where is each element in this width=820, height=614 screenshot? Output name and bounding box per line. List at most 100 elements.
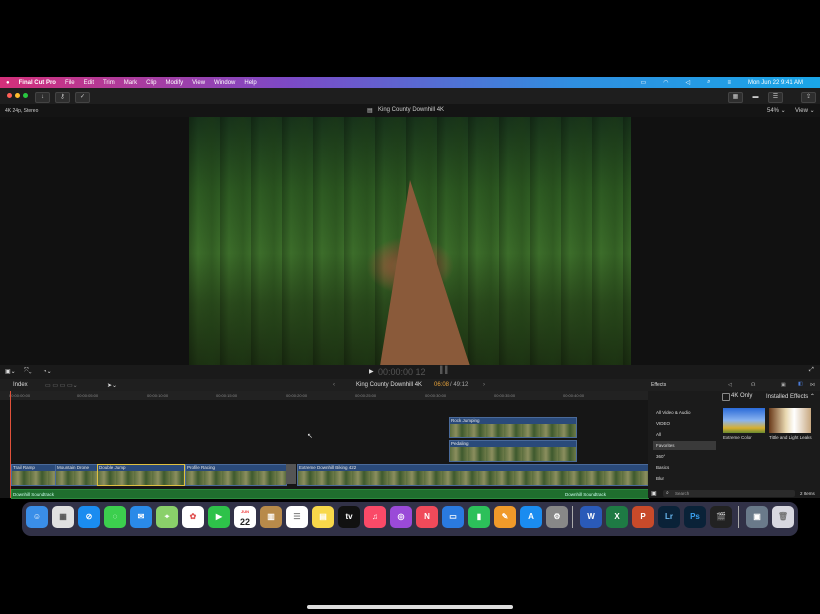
transform-tools-icon[interactable]: ⤧⌄ [24,368,32,375]
menu-file[interactable]: File [65,80,75,86]
menu-edit[interactable]: Edit [84,80,94,86]
lightroom-icon[interactable]: Lr [658,506,680,528]
timecode-display[interactable]: 00:00:00 12 [378,367,426,377]
connected-clip[interactable]: Pedaling [449,440,577,462]
close-window-button[interactable] [7,93,12,98]
transition[interactable] [286,464,296,484]
share-button[interactable]: ⇪ [801,92,816,103]
minimize-window-button[interactable] [15,93,20,98]
project-name[interactable]: King County Downhill 4K [356,382,422,388]
inspector-toggle-button[interactable]: ☰ [768,92,783,103]
finder-icon[interactable]: ☺ [26,506,48,528]
archive-icon[interactable]: ▥ [260,506,282,528]
preview-icon[interactable]: ▣ [746,506,768,528]
maps-icon[interactable]: ⌖ [156,506,178,528]
safari-icon[interactable]: ⊘ [78,506,100,528]
timeline-ruler[interactable]: 00:00:00:00 00:00:05:00 00:00:10:00 00:0… [0,391,648,400]
fullscreen-icon[interactable]: ⤢ [809,367,814,374]
display-icon[interactable]: ▭ [641,79,647,86]
zoom-window-button[interactable] [23,93,28,98]
audio-clip[interactable]: Downhill Soundtrack Downhill Soundtrack [11,489,649,499]
effects-category[interactable]: Basics [653,463,716,472]
installed-effects-popup[interactable]: Installed Effects ⌃ [766,393,815,400]
pages-icon[interactable]: ✎ [494,506,516,528]
trash-icon[interactable]: 🗑 [772,506,794,528]
menu-clock[interactable]: Mon Jun 22 9:41 AM [748,80,803,86]
effects-category[interactable]: All [653,430,716,439]
search-icon[interactable]: ⌕ [707,79,710,86]
news-icon[interactable]: N [416,506,438,528]
background-tasks-button[interactable]: ✓ [75,92,90,103]
facetime-icon[interactable]: ▶ [208,506,230,528]
menu-help[interactable]: Help [244,80,256,86]
zoom-popup[interactable]: 54% ⌄ [767,107,786,114]
edit-tools-icon[interactable]: ▭ ▭ ▭ ▭⌄ [45,382,78,389]
word-icon[interactable]: W [580,506,602,528]
home-indicator[interactable] [307,605,513,609]
import-button[interactable]: ↓ [35,92,50,103]
speed-icon[interactable]: ◔⌄ [43,368,52,375]
back-icon[interactable]: ‹ [333,382,335,388]
primary-clip-selected[interactable]: Double Jump [97,464,185,486]
transitions-browser-icon[interactable]: ⋈ [810,382,815,388]
playhead[interactable] [10,391,11,498]
menu-view[interactable]: View [192,80,205,86]
calendar-icon[interactable]: JUN 22 [234,506,256,528]
apple-menu-icon[interactable]: ● [6,80,10,86]
audio-meter-icon[interactable]: ▌▌ [440,367,450,374]
wifi-icon[interactable]: ◠ [663,79,668,86]
reminders-icon[interactable]: ☰ [286,506,308,528]
forward-icon[interactable]: › [483,382,485,388]
viewer-options-icon[interactable]: ▣⌄ [5,368,16,375]
select-tool-icon[interactable]: ➤⌄ [107,382,117,389]
powerpoint-icon[interactable]: P [632,506,654,528]
primary-clip[interactable]: Profile Racing [185,464,287,486]
effects-browser-icon[interactable]: ◧ [798,381,803,387]
menu-trim[interactable]: Trim [103,80,115,86]
effects-category[interactable]: All Video & Audio [653,408,716,417]
effects-category[interactable]: Blur [653,474,716,483]
audio-skimming-icon[interactable]: ◁ [728,382,732,388]
photos-icon[interactable]: ✿ [182,506,204,528]
photoshop-icon[interactable]: Ps [684,506,706,528]
effects-category-selected[interactable]: Favorites [653,441,716,450]
browser-toggle-button[interactable]: ▦ [728,92,743,103]
effects-category[interactable]: VIDEO [653,419,716,428]
excel-icon[interactable]: X [606,506,628,528]
numbers-icon[interactable]: ▮ [468,506,490,528]
primary-clip[interactable]: Extreme Downhill Biking 422 [297,464,649,486]
menu-clip[interactable]: Clip [146,80,156,86]
index-button[interactable]: Index [13,382,28,388]
sidebar-toggle-icon[interactable]: ▣ [651,490,657,497]
clip-appearance-icon[interactable]: ▣ [781,382,786,388]
menu-app-name[interactable]: Final Cut Pro [19,80,56,86]
keynote-icon[interactable]: ▭ [442,506,464,528]
podcasts-icon[interactable]: ◎ [390,506,412,528]
primary-clip[interactable]: Trail Ramp [11,464,56,486]
effect-thumbnail[interactable] [723,408,765,433]
keywords-button[interactable]: ⚷ [55,92,70,103]
app-store-icon[interactable]: A [520,506,542,528]
connected-clip[interactable]: Rock Jumping [449,417,577,438]
headphones-icon[interactable]: ☊ [751,382,755,388]
control-center-icon[interactable]: ≡ [727,80,731,86]
mail-icon[interactable]: ✉ [130,506,152,528]
effects-search-field[interactable]: ⌕ Search [663,490,795,497]
messages-icon[interactable]: ◌ [104,506,126,528]
system-preferences-icon[interactable]: ⚙ [546,506,568,528]
menu-mark[interactable]: Mark [124,80,137,86]
notes-icon[interactable]: ▤ [312,506,334,528]
effects-category[interactable]: 360° [653,452,716,461]
launchpad-icon[interactable]: ▦ [52,506,74,528]
music-icon[interactable]: ♫ [364,506,386,528]
primary-clip[interactable]: Mountain Drone [55,464,98,486]
final-cut-pro-icon[interactable]: 🎬 [710,506,732,528]
menu-window[interactable]: Window [214,80,235,86]
volume-icon[interactable]: ◁ [685,79,690,86]
effect-thumbnail[interactable] [769,408,811,433]
view-popup[interactable]: View ⌄ [795,107,815,114]
menu-modify[interactable]: Modify [165,80,183,86]
play-button[interactable]: ▶ [369,368,374,375]
4k-only-checkbox[interactable] [722,393,730,401]
timeline-toggle-button[interactable]: ▬ [748,92,763,103]
